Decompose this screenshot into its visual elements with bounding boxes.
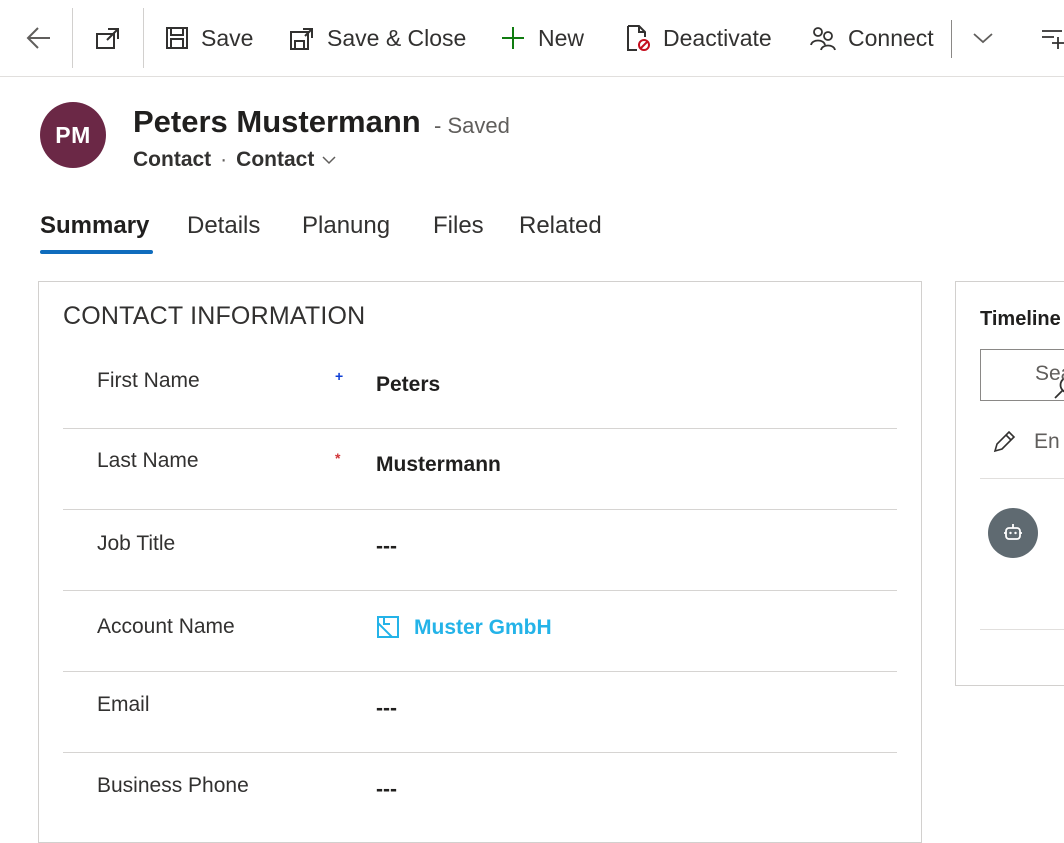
- job-title-field[interactable]: ---: [376, 535, 397, 559]
- new-label: New: [538, 25, 584, 52]
- field-label: First Name: [97, 369, 200, 393]
- chevron-down-icon: [322, 155, 336, 165]
- entity-name: Contact: [133, 148, 211, 172]
- connect-label: Connect: [848, 25, 934, 52]
- tab-details[interactable]: Details: [187, 212, 260, 240]
- field-label: Account Name: [97, 615, 235, 639]
- field-label: Business Phone: [97, 774, 249, 798]
- timeline-title: Timeline: [980, 308, 1061, 331]
- field-label: Last Name: [97, 449, 199, 473]
- form-name: Contact: [236, 148, 314, 172]
- tab-summary[interactable]: Summary: [40, 212, 149, 240]
- plus-icon: [500, 25, 526, 51]
- active-tab-indicator: [40, 250, 153, 254]
- people-icon: [810, 25, 836, 51]
- field-row-last-name: Last Name * Mustermann: [63, 428, 897, 510]
- record-subtitle: Contact · Contact: [133, 148, 336, 172]
- tab-files[interactable]: Files: [433, 212, 484, 240]
- command-bar: Save Save & Close New Deactivate Connect: [0, 0, 1064, 77]
- divider: [980, 478, 1064, 479]
- field-row-job-title: Job Title ---: [63, 509, 897, 591]
- field-row-business-phone: Business Phone ---: [63, 752, 897, 833]
- open-new-window-icon: [94, 25, 122, 51]
- account-name-link[interactable]: Muster GmbH: [414, 616, 552, 640]
- divider: [980, 629, 1064, 630]
- timeline-section: Timeline Sea En: [955, 281, 1064, 686]
- timeline-search-input[interactable]: Sea: [980, 349, 1064, 401]
- divider: [72, 8, 73, 68]
- add-to-list-icon: [1040, 25, 1064, 51]
- chevron-down-icon: [972, 31, 994, 45]
- tab-planung[interactable]: Planung: [302, 212, 390, 240]
- pencil-icon: [991, 429, 1034, 455]
- save-and-close-label: Save & Close: [327, 25, 466, 52]
- avatar: PM: [40, 102, 106, 168]
- new-button[interactable]: New: [500, 0, 584, 76]
- tab-related[interactable]: Related: [519, 212, 602, 240]
- save-icon: [165, 26, 189, 50]
- business-phone-field[interactable]: ---: [376, 778, 397, 802]
- account-icon: [376, 615, 414, 641]
- record-title: Peters Mustermann: [133, 104, 421, 140]
- separator: ·: [220, 148, 227, 172]
- deactivate-button[interactable]: Deactivate: [625, 0, 772, 76]
- save-label: Save: [201, 25, 253, 52]
- save-and-close-icon: [289, 25, 315, 51]
- bot-icon: [988, 508, 1038, 558]
- save-status: - Saved: [434, 113, 510, 139]
- open-new-window-button[interactable]: [94, 0, 122, 76]
- deactivate-label: Deactivate: [663, 25, 772, 52]
- field-label: Email: [97, 693, 150, 717]
- add-to-list-button[interactable]: [1040, 0, 1064, 76]
- section-title: CONTACT INFORMATION: [63, 302, 365, 331]
- search-placeholder: Sea: [1035, 362, 1064, 386]
- field-label: Job Title: [97, 532, 175, 556]
- divider: [951, 20, 952, 58]
- back-arrow-icon: [24, 25, 52, 51]
- enter-note-input[interactable]: En: [991, 429, 1060, 455]
- last-name-field[interactable]: Mustermann: [376, 453, 501, 477]
- field-row-email: Email ---: [63, 671, 897, 753]
- email-field[interactable]: ---: [376, 697, 397, 721]
- field-row-first-name: First Name + Peters: [63, 348, 897, 429]
- required-indicator: *: [335, 450, 340, 466]
- deactivate-icon: [625, 24, 651, 52]
- connect-dropdown-button[interactable]: [972, 0, 994, 76]
- back-button[interactable]: [24, 0, 52, 76]
- business-recommended-indicator: +: [335, 368, 343, 384]
- field-row-account-name: Account Name Muster GmbH: [63, 590, 897, 672]
- first-name-field[interactable]: Peters: [376, 373, 440, 397]
- account-name-lookup[interactable]: Muster GmbH: [376, 615, 552, 641]
- save-and-close-button[interactable]: Save & Close: [289, 0, 466, 76]
- save-button[interactable]: Save: [165, 0, 253, 76]
- contact-information-section: CONTACT INFORMATION First Name + Peters …: [38, 281, 922, 843]
- form-selector[interactable]: Contact: [236, 148, 336, 172]
- note-placeholder: En: [1034, 430, 1060, 454]
- connect-button[interactable]: Connect: [810, 0, 934, 76]
- divider: [143, 8, 144, 68]
